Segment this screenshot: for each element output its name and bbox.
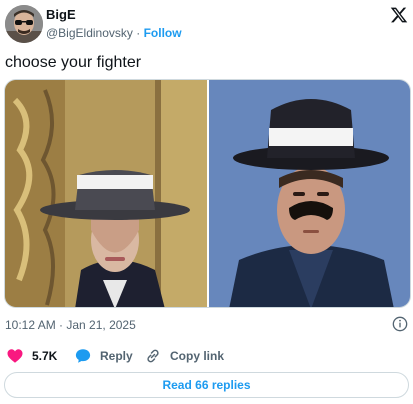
follow-button[interactable]: Follow bbox=[144, 26, 182, 40]
author-name[interactable]: BigE bbox=[46, 7, 76, 22]
author-handle[interactable]: @BigEldinovsky bbox=[46, 26, 133, 40]
heart-icon bbox=[7, 349, 23, 363]
link-icon bbox=[147, 349, 159, 363]
action-bar: 5.7K Reply Copy link bbox=[0, 346, 413, 366]
media-image-right[interactable] bbox=[209, 80, 410, 307]
tweet-timestamp[interactable]: 10:12 AM · Jan 21, 2025 bbox=[5, 318, 136, 332]
tweet-media bbox=[4, 79, 411, 308]
like-count: 5.7K bbox=[32, 349, 58, 363]
reply-bubble-icon bbox=[75, 349, 91, 363]
separator-dot: · bbox=[136, 26, 141, 40]
read-replies-button[interactable]: Read 66 replies bbox=[4, 372, 409, 398]
like-button[interactable]: 5.7K bbox=[6, 346, 57, 366]
media-image-left[interactable] bbox=[5, 80, 207, 307]
reply-label: Reply bbox=[100, 349, 133, 363]
tweet-header: BigE @BigEldinovsky · Follow bbox=[0, 0, 413, 48]
handle-row: @BigEldinovsky · Follow bbox=[46, 26, 182, 40]
copy-link-label: Copy link bbox=[170, 349, 225, 363]
copy-link-button[interactable]: Copy link bbox=[144, 346, 224, 366]
x-logo-icon[interactable] bbox=[390, 6, 408, 24]
info-icon[interactable] bbox=[392, 316, 408, 332]
avatar[interactable] bbox=[5, 5, 43, 43]
tweet-text: choose your fighter bbox=[5, 54, 142, 71]
reply-button[interactable]: Reply bbox=[74, 346, 133, 366]
